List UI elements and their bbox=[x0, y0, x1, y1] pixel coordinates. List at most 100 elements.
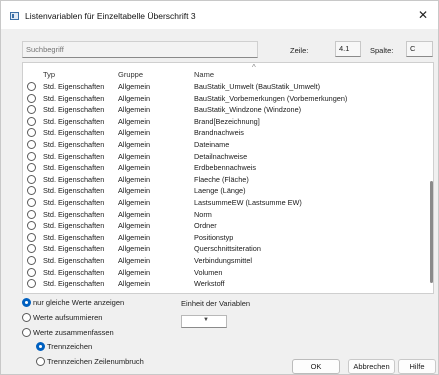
row-radio-icon[interactable] bbox=[27, 128, 36, 138]
ok-button[interactable]: OK bbox=[292, 359, 340, 374]
row-radio-icon[interactable] bbox=[27, 244, 36, 254]
list-row[interactable]: Std. Eigenschaften Allgemein Verbindungsmi… bbox=[23, 255, 423, 267]
row-gruppe: Allgemein bbox=[118, 256, 151, 265]
row-name: Flaeche (Fläche) bbox=[194, 174, 249, 184]
radio-icon[interactable] bbox=[22, 328, 31, 337]
row-radio-icon[interactable] bbox=[27, 279, 36, 289]
row-radio-icon[interactable] bbox=[27, 186, 36, 196]
row-gruppe: Allgemein bbox=[118, 221, 151, 231]
row-name: BauStatik_Windzone (Windzone) bbox=[194, 105, 302, 115]
scrollbar-thumb[interactable] bbox=[430, 181, 433, 283]
row-radio-icon[interactable] bbox=[27, 232, 36, 242]
vertical-scrollbar[interactable] bbox=[429, 63, 435, 293]
row-name: Brandnachweis bbox=[194, 128, 244, 138]
row-radio-icon[interactable] bbox=[27, 116, 36, 126]
row-gruppe: Allgemein bbox=[118, 82, 151, 91]
row-typ: Std. Eigenschaften bbox=[43, 174, 105, 184]
row-radio-icon[interactable] bbox=[27, 140, 36, 149]
radio-selected-icon[interactable] bbox=[22, 298, 31, 307]
row-typ: Std. Eigenschaften bbox=[43, 116, 105, 126]
dialog-window: Listenvariablen für Einzeltabelle Übersc… bbox=[0, 0, 439, 375]
row-typ: Std. Eigenschaften bbox=[43, 163, 105, 173]
row-typ: Std. Eigenschaften bbox=[43, 209, 105, 219]
cancel-button[interactable]: Abbrechen bbox=[348, 359, 395, 374]
row-typ: Std. Eigenschaften bbox=[43, 151, 105, 161]
row-name: Querschnittsiteration bbox=[194, 244, 261, 254]
row-gruppe: Allgemein bbox=[118, 128, 151, 138]
help-button[interactable]: Hilfe bbox=[398, 359, 436, 374]
row-name: Werkstoff bbox=[194, 279, 225, 289]
list-row[interactable]: Std. Eigenschaften Allgemein Laenge (Länge… bbox=[23, 185, 423, 197]
row-typ: Std. Eigenschaften bbox=[43, 221, 105, 231]
row-radio-icon[interactable] bbox=[27, 209, 36, 219]
row-radio-icon[interactable] bbox=[27, 256, 36, 265]
einheit-label: Einheit der Variablen bbox=[181, 299, 251, 308]
column-header-typ[interactable]: Typ bbox=[43, 70, 55, 79]
row-radio-icon[interactable] bbox=[27, 174, 36, 184]
row-radio-icon[interactable] bbox=[27, 267, 36, 277]
row-radio-icon[interactable] bbox=[27, 151, 36, 161]
list-row[interactable]: Std. Eigenschaften Allgemein Flaeche (Fläc… bbox=[23, 174, 423, 186]
row-gruppe: Allgemein bbox=[118, 198, 151, 207]
row-name: BauStatik_Vorbemerkungen (Vorbemerkungen… bbox=[194, 93, 348, 103]
row-gruppe: Allgemein bbox=[118, 105, 151, 115]
row-name: Erdbebennachweis bbox=[194, 163, 257, 173]
list-row[interactable]: Std. Eigenschaften Allgemein Norm bbox=[23, 209, 423, 221]
radio-icon[interactable] bbox=[36, 357, 45, 366]
option-zusammenfassen-label: Werte zusammenfassen bbox=[33, 328, 114, 337]
einheit-dropdown[interactable]: ▼ bbox=[181, 315, 227, 328]
list-row[interactable]: Std. Eigenschaften Allgemein Positionstyp bbox=[23, 232, 423, 244]
spalte-field[interactable]: C bbox=[406, 41, 433, 57]
spalte-label: Spalte: bbox=[370, 46, 394, 55]
list-row[interactable]: Std. Eigenschaften Allgemein BauStatik_Umw… bbox=[23, 81, 423, 93]
list-row[interactable]: Std. Eigenschaften Allgemein Werkstoff bbox=[23, 278, 423, 290]
row-typ: Std. Eigenschaften bbox=[43, 128, 105, 138]
row-gruppe: Allgemein bbox=[118, 267, 151, 277]
row-radio-icon[interactable] bbox=[27, 198, 36, 207]
row-gruppe: Allgemein bbox=[118, 163, 151, 173]
list-row[interactable]: Std. Eigenschaften Allgemein Ordner bbox=[23, 220, 423, 232]
row-radio-icon[interactable] bbox=[27, 221, 36, 231]
list-row[interactable]: Std. Eigenschaften Allgemein Dateiname bbox=[23, 139, 423, 151]
row-radio-icon[interactable] bbox=[27, 163, 36, 173]
option-nur-gleiche-label: nur gleiche Werte anzeigen bbox=[33, 298, 125, 307]
row-typ: Std. Eigenschaften bbox=[43, 186, 105, 196]
row-gruppe: Allgemein bbox=[118, 116, 151, 126]
list-row[interactable]: Std. Eigenschaften Allgemein Brandnachweis bbox=[23, 127, 423, 139]
option-trennzeichen[interactable]: Trennzeichen bbox=[36, 342, 92, 351]
list-row[interactable]: Std. Eigenschaften Allgemein Querschnittsi… bbox=[23, 243, 423, 255]
option-aufsummieren[interactable]: Werte aufsummieren bbox=[22, 313, 102, 322]
search-input[interactable] bbox=[22, 41, 258, 58]
list-row[interactable]: Std. Eigenschaften Allgemein Erdbebennachw… bbox=[23, 162, 423, 174]
variables-list[interactable]: Typ Gruppe Name ^ Std. Eigenschaften Allg… bbox=[22, 62, 434, 294]
list-header: Typ Gruppe Name ^ bbox=[23, 63, 423, 80]
row-typ: Std. Eigenschaften bbox=[43, 82, 105, 91]
radio-icon[interactable] bbox=[22, 313, 31, 322]
row-gruppe: Allgemein bbox=[118, 209, 151, 219]
list-row[interactable]: Std. Eigenschaften Allgemein BauStatik_Vor… bbox=[23, 93, 423, 105]
row-gruppe: Allgemein bbox=[118, 93, 151, 103]
row-radio-icon[interactable] bbox=[27, 105, 36, 115]
list-row[interactable]: Std. Eigenschaften Allgemein Detailnachwei… bbox=[23, 151, 423, 163]
option-trennzeichen-umbruch[interactable]: Trennzeichen Zeilenumbruch bbox=[36, 357, 144, 366]
row-typ: Std. Eigenschaften bbox=[43, 140, 105, 149]
row-gruppe: Allgemein bbox=[118, 140, 151, 149]
option-nur-gleiche[interactable]: nur gleiche Werte anzeigen bbox=[22, 298, 124, 307]
list-row[interactable]: Std. Eigenschaften Allgemein LastsummeEW (… bbox=[23, 197, 423, 209]
list-row[interactable]: Std. Eigenschaften Allgemein Volumen bbox=[23, 267, 423, 279]
row-typ: Std. Eigenschaften bbox=[43, 244, 105, 254]
column-header-name[interactable]: Name bbox=[194, 70, 214, 79]
option-zusammenfassen[interactable]: Werte zusammenfassen bbox=[22, 328, 114, 337]
column-header-gruppe[interactable]: Gruppe bbox=[118, 70, 143, 79]
list-row[interactable]: Std. Eigenschaften Allgemein Brand[Bezeich… bbox=[23, 116, 423, 128]
row-name: BauStatik_Umwelt (BauStatik_Umwelt) bbox=[194, 82, 321, 91]
row-typ: Std. Eigenschaften bbox=[43, 232, 105, 242]
row-radio-icon[interactable] bbox=[27, 93, 36, 103]
close-button[interactable]: ✕ bbox=[414, 7, 432, 23]
title-bar[interactable]: Listenvariablen für Einzeltabelle Übersc… bbox=[1, 1, 438, 29]
radio-selected-icon[interactable] bbox=[36, 342, 45, 351]
row-name: Brand[Bezeichnung] bbox=[194, 116, 260, 126]
zeile-field[interactable]: 4.1 bbox=[335, 41, 361, 57]
row-radio-icon[interactable] bbox=[27, 82, 36, 91]
list-row[interactable]: Std. Eigenschaften Allgemein BauStatik_Win… bbox=[23, 104, 423, 116]
